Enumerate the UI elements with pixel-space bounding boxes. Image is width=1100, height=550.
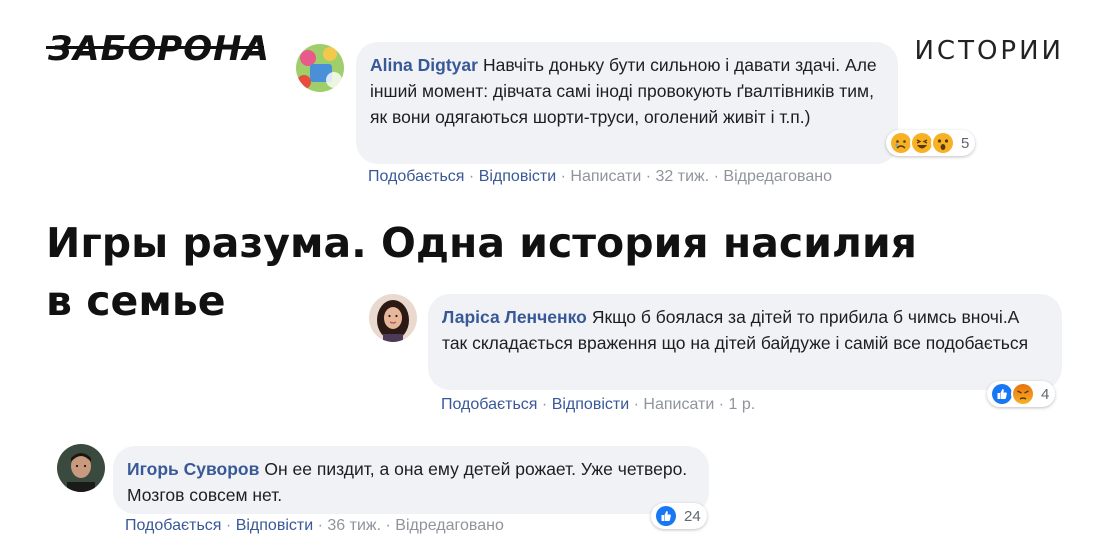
comment-author[interactable]: Ларіса Ленченко [442, 307, 587, 327]
separator: · [560, 168, 566, 185]
reaction-count: 5 [961, 134, 970, 152]
avatar-image [296, 44, 344, 92]
wow-reaction-icon [931, 131, 955, 155]
avatar-image [57, 444, 105, 492]
edited-label[interactable]: Відредаговано [395, 517, 504, 534]
avatar[interactable] [369, 294, 417, 342]
comment-bubble: Alina Digtyar Навчіть доньку бути сильною… [356, 42, 898, 164]
reply-link[interactable]: Відповісти [236, 517, 313, 534]
reaction-count: 24 [684, 507, 701, 525]
reaction-count: 4 [1041, 385, 1050, 403]
like-link[interactable]: Подобається [368, 168, 464, 185]
separator: · [225, 517, 232, 534]
zaborona-logo[interactable]: ЗАБОРОНА [46, 24, 269, 74]
separator: · [468, 168, 475, 185]
comment-timestamp[interactable]: 1 р. [729, 396, 756, 413]
comment-author[interactable]: Alina Digtyar [370, 55, 478, 75]
section-label[interactable]: ИСТОРИИ [914, 36, 1064, 66]
separator: · [385, 517, 391, 534]
like-link[interactable]: Подобається [441, 396, 537, 413]
comment-actions: Подобається · Відповісти · Написати · 32… [368, 168, 832, 186]
reaction-summary[interactable]: 5 [886, 130, 976, 156]
separator: · [541, 396, 548, 413]
reply-link[interactable]: Відповісти [552, 396, 629, 413]
comment-timestamp[interactable]: 36 тиж. [327, 517, 381, 534]
message-link[interactable]: Написати [570, 168, 641, 185]
angry-reaction-icon [1011, 382, 1035, 406]
comment-actions: Подобається · Відповісти · 36 тиж. · Від… [125, 517, 504, 535]
comment-bubble: Игорь Суворов Он ее пиздит, а она ему дет… [113, 446, 709, 514]
comment-actions: Подобається · Відповісти · Написати · 1 … [441, 396, 755, 414]
comment-bubble: Ларіса Ленченко Якщо б боялася за дітей т… [428, 294, 1062, 390]
separator: · [713, 168, 719, 185]
avatar-image [369, 294, 417, 342]
avatar[interactable] [296, 44, 344, 92]
edited-label[interactable]: Відредаговано [723, 168, 832, 185]
separator: · [317, 517, 323, 534]
like-reaction-icon [654, 504, 678, 528]
reply-link[interactable]: Відповісти [479, 168, 556, 185]
reaction-summary[interactable]: 4 [987, 381, 1056, 407]
like-link[interactable]: Подобається [125, 517, 221, 534]
avatar[interactable] [57, 444, 105, 492]
comment-timestamp[interactable]: 32 тиж. [656, 168, 710, 185]
comment-author[interactable]: Игорь Суворов [127, 459, 259, 479]
separator: · [718, 396, 725, 413]
separator: · [633, 396, 639, 413]
separator: · [645, 168, 652, 185]
message-link[interactable]: Написати [643, 396, 714, 413]
logo-strike-line [46, 46, 264, 49]
reaction-summary[interactable]: 24 [651, 503, 707, 529]
